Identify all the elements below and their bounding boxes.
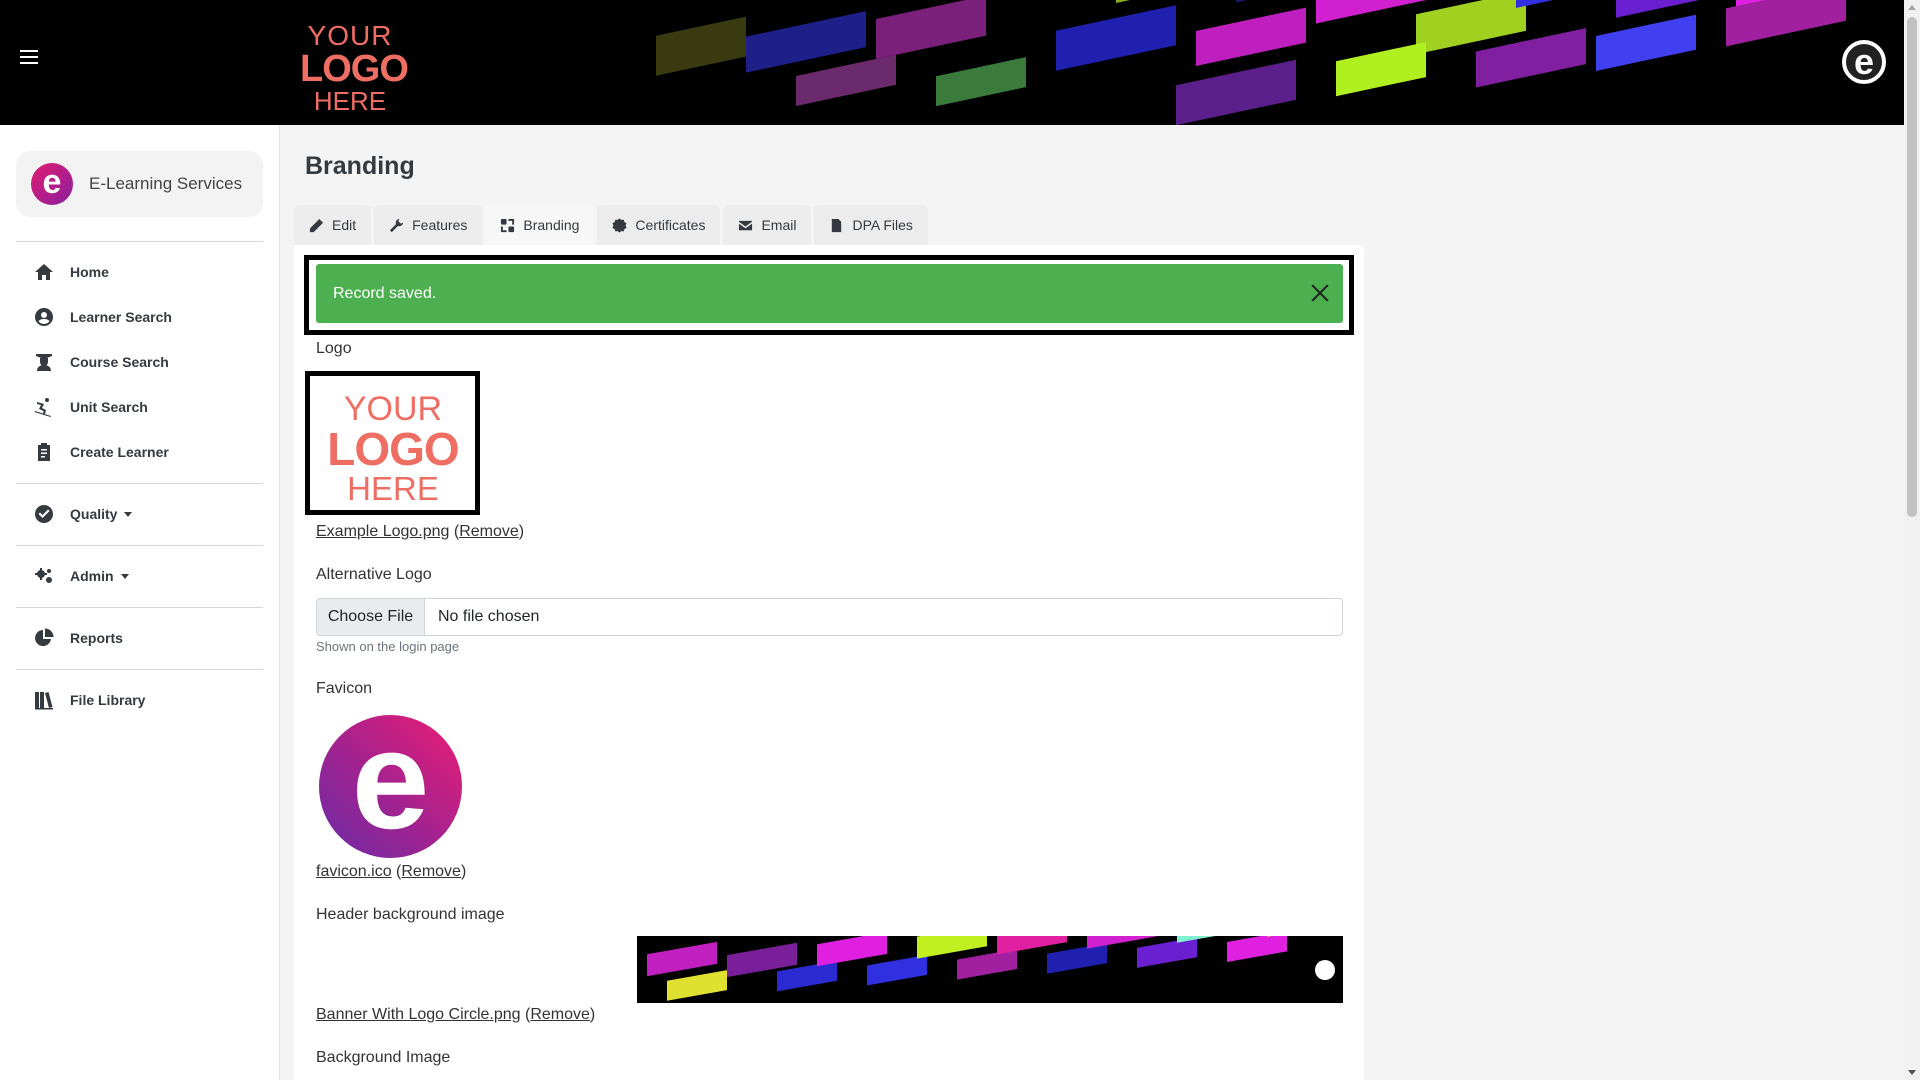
page-scrollbar[interactable] (1904, 0, 1920, 1080)
check-circle-icon (35, 505, 53, 523)
favicon-label: Favicon (316, 680, 373, 697)
user-circle-icon (35, 308, 53, 326)
pencil-icon (309, 218, 324, 232)
hamburger-menu-icon[interactable] (20, 50, 38, 64)
sidebar-item-reports[interactable]: Reports (34, 625, 123, 651)
envelope-icon (739, 220, 753, 230)
nav-divider (16, 241, 263, 242)
logo-label: Logo (316, 340, 352, 357)
header-bg-file-link[interactable]: Banner With Logo Circle.png (316, 1006, 521, 1023)
scrollbar-thumb[interactable] (1907, 17, 1917, 517)
logo-image: YOUR LOGO HERE (327, 390, 459, 507)
org-logo-icon: e (31, 163, 73, 205)
gears-icon (35, 568, 52, 583)
alt-logo-label: Alternative Logo (316, 566, 432, 583)
header-bg-label: Header background image (316, 906, 505, 923)
close-icon[interactable] (1310, 283, 1330, 303)
logo-preview: YOUR LOGO HERE (305, 371, 480, 515)
logo-file-link[interactable]: Example Logo.png (316, 523, 449, 540)
wrench-icon (390, 218, 404, 232)
sidebar-item-learner-search[interactable]: Learner Search (34, 304, 172, 330)
banner-preview-pattern (647, 936, 1337, 1001)
book-library-icon (35, 692, 53, 710)
skier-icon (34, 398, 51, 417)
favicon-file-link[interactable]: favicon.ico (316, 863, 392, 880)
alt-logo-help: Shown on the login page (316, 639, 460, 654)
sidebar-item-unit-search[interactable]: Unit Search (34, 394, 148, 420)
sidebar-item-home[interactable]: Home (34, 259, 109, 285)
pie-chart-icon (35, 628, 54, 646)
file-status: No file chosen (438, 608, 540, 625)
favicon-preview-icon: e (319, 709, 462, 858)
logo-remove-link[interactable]: Remove (459, 523, 519, 540)
banner-pattern (656, 0, 1846, 125)
sidebar-item-file-library[interactable]: File Library (34, 687, 145, 713)
sidebar-item-quality[interactable]: Quality (34, 501, 133, 527)
bg-image-label: Background Image (316, 1049, 451, 1066)
tab-email[interactable]: Email (723, 205, 812, 245)
banner-circle-icon (1315, 960, 1335, 980)
clipboard-icon (38, 443, 50, 461)
header-bg-file-line: Banner With Logo Circle.png (Remove) (316, 1006, 596, 1023)
chevron-down-icon (124, 511, 133, 517)
header-logo[interactable]: YOUR LOGO HERE (300, 22, 409, 115)
tab-branding[interactable]: Branding (485, 205, 595, 245)
sidebar-item-course-search[interactable]: Course Search (34, 349, 169, 375)
header-bg-remove-link[interactable]: Remove (530, 1006, 590, 1023)
logo-file-line: Example Logo.png (Remove) (316, 523, 525, 540)
header-bg-preview (637, 936, 1343, 1003)
sidebar-item-create-learner[interactable]: Create Learner (34, 439, 169, 465)
header-banner-image: e (636, 0, 1904, 125)
nav-divider (16, 483, 263, 484)
nav-divider (16, 545, 263, 546)
chevron-down-icon (120, 573, 129, 579)
graduate-icon (36, 354, 52, 371)
home-icon (35, 264, 53, 280)
sidebar: e E-Learning Services Home Learner Searc… (0, 125, 280, 1080)
success-alert: Record saved. (316, 264, 1343, 323)
tab-bar: Edit Features Branding Certificates Emai… (294, 205, 931, 245)
nav-divider (16, 607, 263, 608)
favicon-remove-link[interactable]: Remove (401, 863, 461, 880)
org-card[interactable]: e E-Learning Services (16, 151, 263, 217)
page-title: Branding (305, 152, 415, 180)
tab-edit[interactable]: Edit (294, 205, 372, 245)
tab-certificates[interactable]: Certificates (597, 205, 721, 245)
certificate-icon (612, 217, 627, 233)
scroll-down-arrow-icon[interactable] (1908, 1070, 1916, 1075)
alt-logo-file-input[interactable]: Choose File No file chosen (316, 598, 1343, 636)
sidebar-item-admin[interactable]: Admin (34, 563, 129, 589)
app-header: YOUR LOGO HERE e (0, 0, 1904, 125)
tab-features[interactable]: Features (374, 205, 483, 245)
favicon-file-line: favicon.ico (Remove) (316, 863, 467, 880)
palette-icon (501, 218, 515, 232)
file-icon (832, 218, 842, 232)
alert-message: Record saved. (333, 284, 437, 302)
nav-divider (16, 669, 263, 670)
org-name: E-Learning Services (89, 174, 243, 193)
scroll-up-arrow-icon[interactable] (1908, 5, 1916, 10)
choose-file-button[interactable]: Choose File (317, 599, 425, 635)
tab-dpa-files[interactable]: DPA Files (814, 205, 928, 245)
header-e-brand-icon[interactable]: e (1842, 40, 1886, 84)
